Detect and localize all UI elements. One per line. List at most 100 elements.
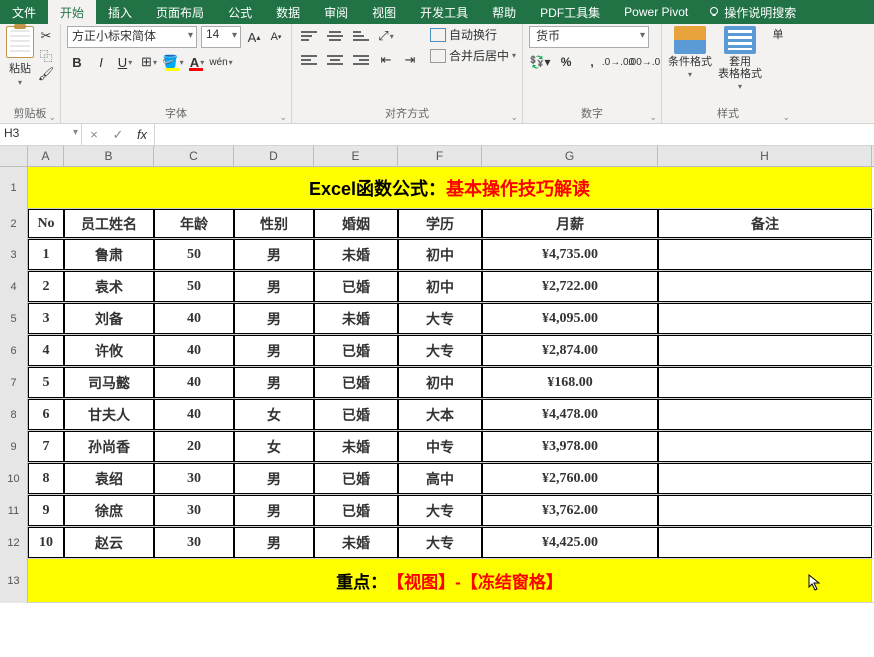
table-cell[interactable]: 女 [234, 399, 314, 430]
table-header-cell[interactable]: 备注 [658, 209, 872, 238]
orientation-button[interactable]: ⤢ [376, 26, 396, 46]
table-cell[interactable]: 40 [154, 399, 234, 430]
align-top-icon[interactable] [298, 27, 320, 45]
row-header-13[interactable]: 13 [0, 559, 28, 603]
table-cell[interactable]: ¥4,425.00 [482, 527, 658, 558]
table-cell[interactable]: 男 [234, 367, 314, 398]
merge-center-button[interactable]: 合并后居中 ▾ [430, 47, 516, 64]
align-left-icon[interactable] [298, 51, 320, 69]
table-cell[interactable]: 30 [154, 527, 234, 558]
row-header-2[interactable]: 2 [0, 209, 28, 239]
decrease-font-icon[interactable]: A▾ [267, 28, 285, 46]
table-cell[interactable]: 未婚 [314, 431, 398, 462]
table-cell[interactable]: 初中 [398, 271, 482, 302]
table-cell[interactable]: ¥168.00 [482, 367, 658, 398]
table-cell[interactable]: 40 [154, 303, 234, 334]
table-cell[interactable]: 1 [28, 239, 64, 270]
row-header-10[interactable]: 10 [0, 463, 28, 495]
wrap-text-button[interactable]: 自动换行 [430, 26, 516, 43]
table-cell[interactable]: 大专 [398, 303, 482, 334]
table-cell[interactable]: 女 [234, 431, 314, 462]
border-button[interactable]: ⊞ [139, 52, 159, 72]
table-cell[interactable]: 孙尚香 [64, 431, 154, 462]
column-header-E[interactable]: E [314, 146, 398, 166]
cancel-formula-icon[interactable]: × [82, 127, 106, 142]
table-cell[interactable]: 未婚 [314, 527, 398, 558]
table-cell[interactable]: 大本 [398, 399, 482, 430]
column-header-D[interactable]: D [234, 146, 314, 166]
table-header-cell[interactable]: 员工姓名 [64, 209, 154, 238]
table-cell[interactable]: 50 [154, 239, 234, 270]
table-cell[interactable]: 刘备 [64, 303, 154, 334]
table-cell[interactable]: 30 [154, 463, 234, 494]
table-cell[interactable] [658, 495, 872, 526]
table-cell[interactable]: 男 [234, 271, 314, 302]
table-cell[interactable] [658, 303, 872, 334]
align-middle-icon[interactable] [324, 27, 346, 45]
align-center-icon[interactable] [324, 51, 346, 69]
bold-button[interactable]: B [67, 52, 87, 72]
row-header-9[interactable]: 9 [0, 431, 28, 463]
table-cell[interactable] [658, 527, 872, 558]
table-cell[interactable]: 3 [28, 303, 64, 334]
table-cell[interactable]: 袁术 [64, 271, 154, 302]
table-header-cell[interactable]: No [28, 209, 64, 238]
row-header-1[interactable]: 1 [0, 167, 28, 209]
table-cell[interactable]: ¥4,478.00 [482, 399, 658, 430]
table-cell[interactable]: 2 [28, 271, 64, 302]
conditional-formatting-button[interactable]: 条件格式 ▾ [668, 26, 712, 91]
table-cell[interactable]: 未婚 [314, 303, 398, 334]
table-cell[interactable]: 已婚 [314, 335, 398, 366]
table-cell[interactable]: 初中 [398, 367, 482, 398]
decrease-decimal-icon[interactable]: .00→.0 [633, 52, 655, 72]
table-cell[interactable] [658, 463, 872, 494]
table-cell[interactable]: ¥3,978.00 [482, 431, 658, 462]
table-cell[interactable]: 男 [234, 495, 314, 526]
table-cell[interactable] [658, 399, 872, 430]
sheet-note[interactable]: 重点：【视图】-【冻结窗格】 [28, 559, 872, 602]
column-header-C[interactable]: C [154, 146, 234, 166]
table-cell[interactable]: 已婚 [314, 495, 398, 526]
table-cell[interactable]: 赵云 [64, 527, 154, 558]
table-cell[interactable]: 8 [28, 463, 64, 494]
row-header-12[interactable]: 12 [0, 527, 28, 559]
row-header-8[interactable]: 8 [0, 399, 28, 431]
table-cell[interactable]: 未婚 [314, 239, 398, 270]
increase-indent-icon[interactable]: ⇥ [400, 50, 420, 70]
table-cell[interactable]: 大专 [398, 495, 482, 526]
accounting-format-button[interactable]: 💱▾ [529, 52, 551, 72]
table-header-cell[interactable]: 性别 [234, 209, 314, 238]
sheet-title[interactable]: Excel函数公式：基本操作技巧解读 [28, 167, 872, 208]
cell-styles-button[interactable]: 单 [768, 26, 788, 91]
name-box[interactable]: H3 [0, 124, 82, 145]
menu-tab-2[interactable]: 插入 [96, 0, 144, 24]
column-header-H[interactable]: H [658, 146, 872, 166]
enter-formula-icon[interactable]: ✓ [106, 127, 130, 143]
table-cell[interactable] [658, 431, 872, 462]
table-cell[interactable]: 大专 [398, 335, 482, 366]
table-cell[interactable]: 40 [154, 335, 234, 366]
cut-icon[interactable]: ✂ [38, 28, 54, 44]
table-cell[interactable]: 10 [28, 527, 64, 558]
table-cell[interactable]: 甘夫人 [64, 399, 154, 430]
table-cell[interactable]: 4 [28, 335, 64, 366]
table-cell[interactable]: 5 [28, 367, 64, 398]
table-cell[interactable]: 40 [154, 367, 234, 398]
table-cell[interactable] [658, 335, 872, 366]
table-header-cell[interactable]: 婚姻 [314, 209, 398, 238]
table-cell[interactable]: 已婚 [314, 271, 398, 302]
italic-button[interactable]: I [91, 52, 111, 72]
table-cell[interactable]: ¥2,722.00 [482, 271, 658, 302]
table-cell[interactable]: 已婚 [314, 463, 398, 494]
table-cell[interactable]: ¥4,735.00 [482, 239, 658, 270]
menu-tab-7[interactable]: 视图 [360, 0, 408, 24]
menu-tab-9[interactable]: 帮助 [480, 0, 528, 24]
format-as-table-button[interactable]: 套用 表格格式 ▾ [718, 26, 762, 91]
paste-button[interactable]: 粘贴 ▾ [6, 26, 34, 87]
menu-tab-1[interactable]: 开始 [48, 0, 96, 24]
menu-tab-6[interactable]: 审阅 [312, 0, 360, 24]
table-cell[interactable]: ¥4,095.00 [482, 303, 658, 334]
table-cell[interactable]: 袁绍 [64, 463, 154, 494]
table-cell[interactable]: 已婚 [314, 367, 398, 398]
table-cell[interactable]: 50 [154, 271, 234, 302]
